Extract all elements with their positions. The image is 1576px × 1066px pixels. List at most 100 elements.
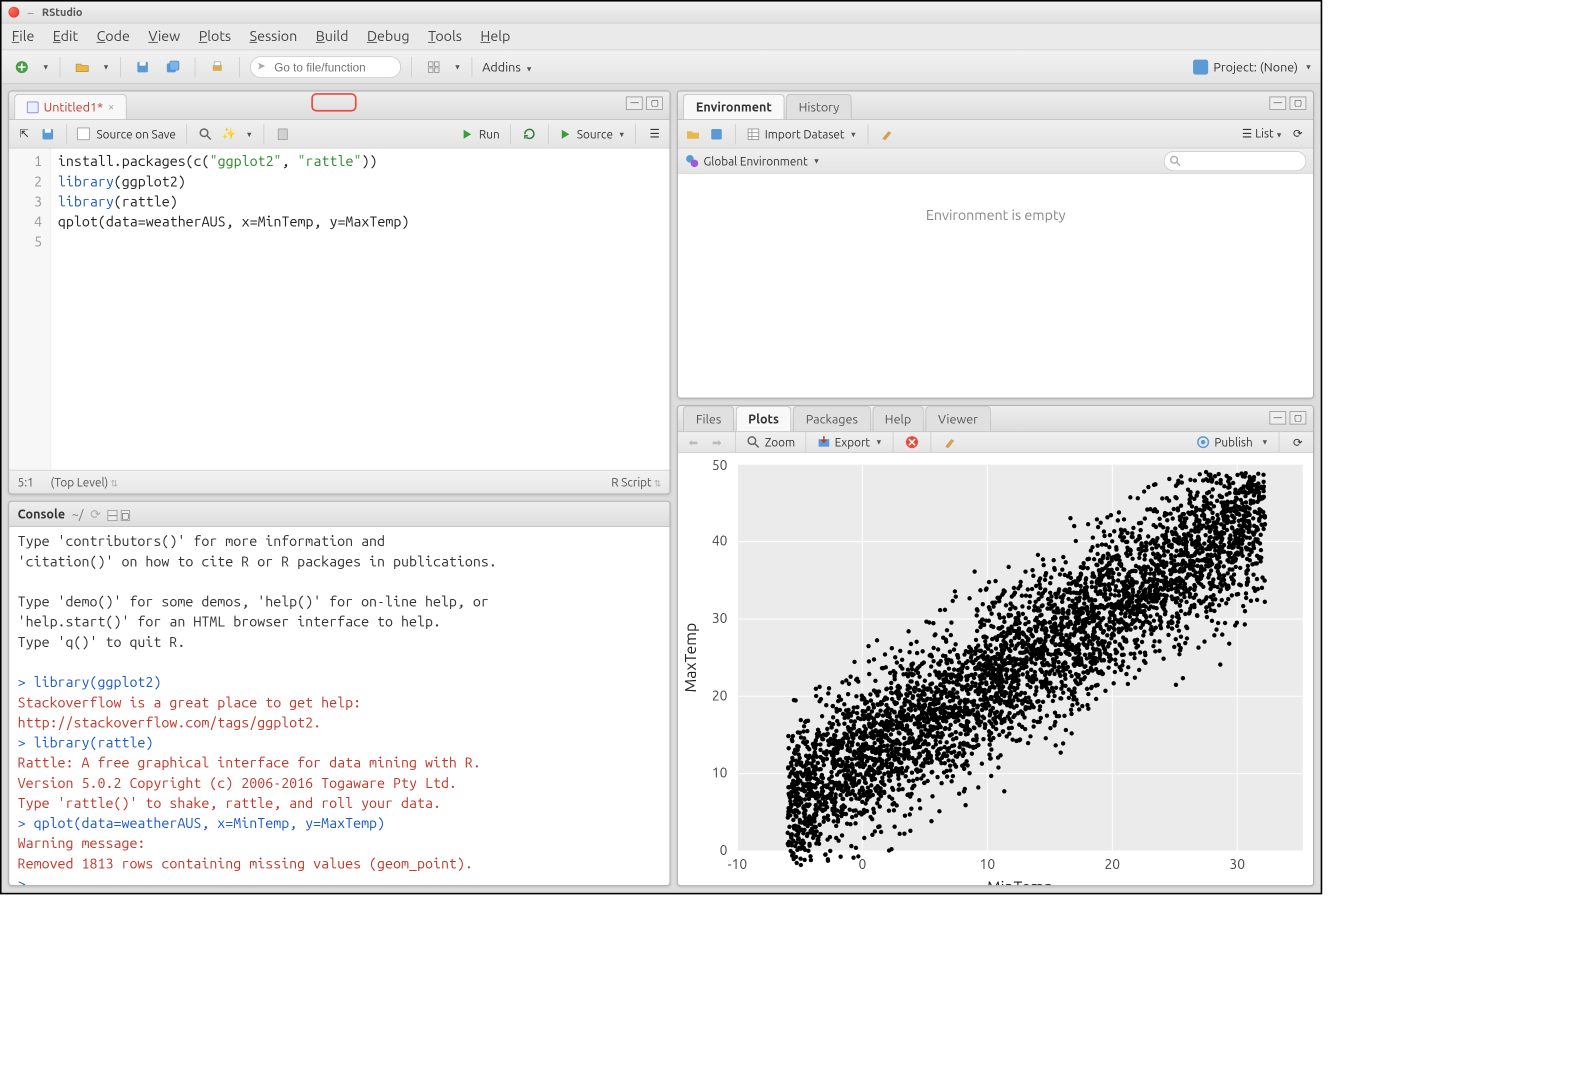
svg-text:-10: -10 [728,856,748,872]
pane-maximize-button[interactable]: ▢ [1290,411,1307,424]
dropdown-icon[interactable]: ▼ [102,63,109,71]
dropdown-icon[interactable]: ▼ [42,63,49,71]
pane-minimize-button[interactable]: — [1269,96,1286,109]
window-close-button[interactable] [8,7,19,18]
magic-wand-icon[interactable]: ✨ [220,125,237,142]
notebook-icon[interactable] [274,125,291,142]
window-title: RStudio [42,6,83,18]
close-icon[interactable]: × [108,101,114,113]
plot-canvas: 0 10 20 30 40 50 -10 0 10 20 30 MinTemp … [678,453,1313,886]
menu-debug[interactable]: Debug [367,29,410,45]
remove-plot-icon[interactable] [904,434,921,451]
tab-help[interactable]: Help [872,406,924,431]
pane-minimize-button[interactable]: — [107,510,117,521]
clear-workspace-icon[interactable] [878,125,895,142]
find-icon[interactable] [197,125,214,142]
source-tab-label: Untitled1* [44,100,103,114]
tab-viewer[interactable]: Viewer [925,406,990,431]
popout-icon[interactable]: ⇱ [16,125,33,142]
print-button[interactable] [205,55,228,78]
svg-text:30: 30 [1230,856,1246,872]
save-icon[interactable] [39,125,56,142]
publish-button[interactable]: Publish [1196,435,1253,450]
menu-tools[interactable]: Tools [428,29,462,45]
svg-text:20: 20 [712,687,728,703]
project-label: Project: (None) [1213,60,1298,74]
env-scope-selector[interactable]: Global Environment▼ [685,153,820,168]
export-button[interactable]: Export▼ [816,435,882,450]
plots-tabs: Files Plots Packages Help Viewer — ▢ [678,406,1313,432]
dropdown-icon[interactable]: ▼ [454,63,461,71]
menu-session[interactable]: Session [250,29,298,45]
search-icon [1169,154,1182,167]
load-workspace-icon[interactable] [685,125,702,142]
file-type-selector[interactable]: R Script [611,476,661,489]
tab-plots[interactable]: Plots [736,406,792,431]
grid-view-button[interactable] [422,55,445,78]
svg-text:0: 0 [720,842,728,858]
zoom-button[interactable]: Zoom [746,435,795,450]
x-axis-label: MinTemp [987,878,1053,886]
main-toolbar: ▼ ▼ ➤ ▼ Addins ▼ Project: (None) ▼ [2,50,1321,84]
env-empty-message: Environment is empty [678,174,1313,398]
pane-maximize-button[interactable]: ▢ [1290,96,1307,109]
run-button[interactable]: Run [460,126,499,141]
save-all-button[interactable] [161,55,184,78]
menu-help[interactable]: Help [480,29,510,45]
console-pane: Console ~/ ⟳ — ▢ Type 'contributors()' f… [8,501,670,886]
source-button[interactable]: Source ▼ [558,126,625,141]
goto-arrow-icon: ➤ [257,60,266,73]
clear-plots-icon[interactable] [941,434,958,451]
source-tab-untitled1[interactable]: Untitled1* × [14,94,127,119]
save-workspace-icon[interactable] [709,125,726,142]
console-path: ~/ [72,507,84,521]
window-minimize-button[interactable]: – [28,5,34,18]
menu-file[interactable]: File [12,29,35,45]
environment-pane: Environment History — ▢ [677,91,1313,399]
menu-plots[interactable]: Plots [199,29,231,45]
addins-menu[interactable]: Addins ▼ [482,60,533,74]
r-file-icon [27,101,39,113]
source-on-save-checkbox[interactable] [77,128,90,141]
clear-console-icon[interactable]: ⟳ [90,507,101,522]
svg-text:10: 10 [980,856,996,872]
refresh-plot-icon[interactable]: ⟳ [1290,434,1307,451]
menu-build[interactable]: Build [316,29,349,45]
scope-selector[interactable]: (Top Level) [51,476,119,489]
save-button[interactable] [131,55,154,78]
import-dataset-button[interactable]: Import Dataset▼ [746,126,857,141]
tab-packages[interactable]: Packages [793,406,870,431]
svg-text:0: 0 [859,856,867,872]
tab-environment[interactable]: Environment [683,94,784,119]
prev-plot-icon[interactable]: ⬅ [685,434,702,451]
svg-text:20: 20 [1105,856,1121,872]
goto-file-input[interactable] [250,56,401,78]
new-file-button[interactable] [10,55,33,78]
source-toolbar: ⇱ Source on Save ✨▼ [9,120,670,149]
tab-files[interactable]: Files [683,406,734,431]
menu-view[interactable]: View [148,29,180,45]
env-search-input[interactable] [1164,151,1307,171]
goto-file-wrapper: ➤ [250,56,401,78]
env-search-wrapper [1164,151,1307,171]
pane-minimize-button[interactable]: — [1269,411,1286,424]
open-file-button[interactable] [70,55,93,78]
rerun-icon[interactable] [521,125,538,142]
source-editor[interactable]: 12345 install.packages(c("ggplot2", "rat… [9,149,670,471]
y-axis-label: MaxTemp [681,623,699,693]
view-mode-selector[interactable]: ☰ List▼ [1242,127,1283,141]
menu-edit[interactable]: Edit [53,29,78,45]
tab-history[interactable]: History [786,94,852,119]
outline-icon[interactable]: ☰ [646,125,663,142]
window-titlebar: – RStudio [2,2,1321,24]
env-toolbar: Import Dataset▼ ☰ List▼ ⟳ [678,120,1313,149]
pane-maximize-button[interactable]: ▢ [646,96,663,109]
pane-maximize-button[interactable]: ▢ [120,510,130,521]
console-output[interactable]: Type 'contributors()' for more informati… [9,527,670,885]
menu-code[interactable]: Code [97,29,130,45]
pane-minimize-button[interactable]: — [626,96,643,109]
next-plot-icon[interactable]: ➡ [709,434,726,451]
project-selector[interactable]: Project: (None) ▼ [1193,59,1312,74]
refresh-icon[interactable]: ⟳ [1290,125,1307,142]
dropdown-icon: ▼ [1305,63,1312,71]
